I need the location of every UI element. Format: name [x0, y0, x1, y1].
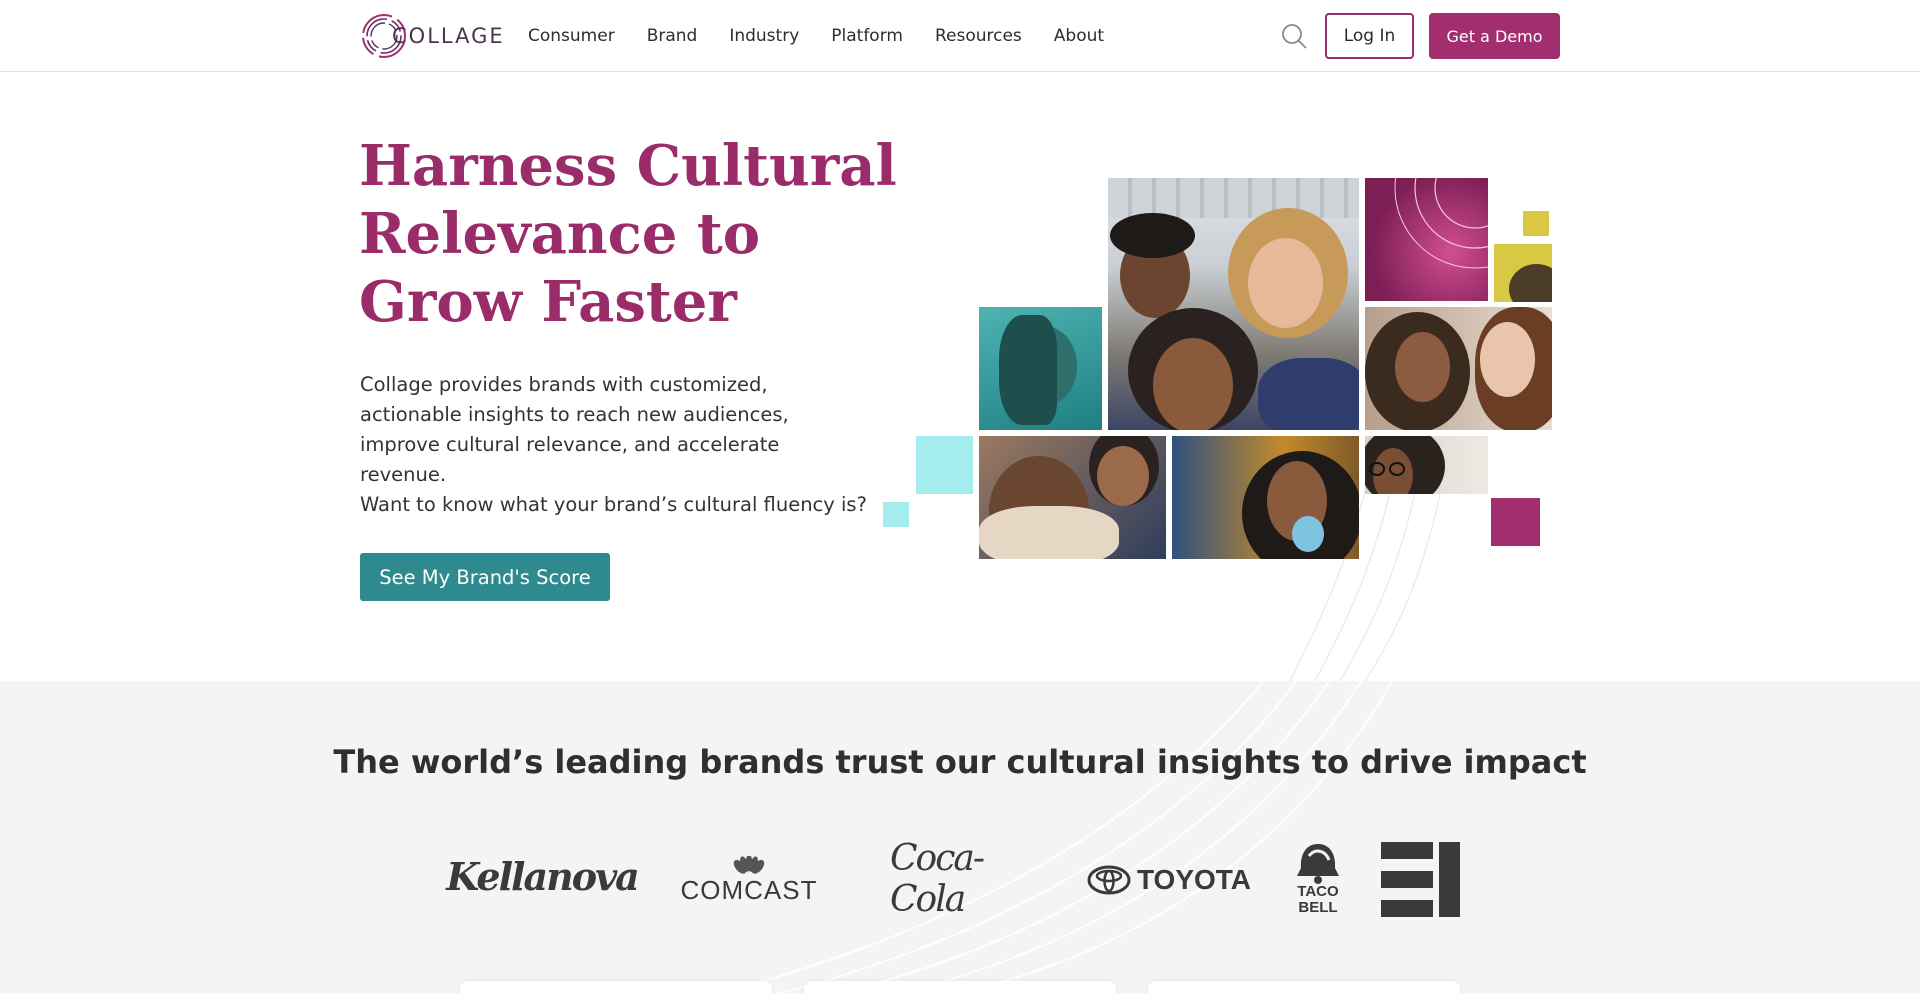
brand-logo-kellanova: Kellanova: [446, 853, 640, 899]
collage-square-cyan-small: [883, 502, 909, 527]
photo-teal-woman: [979, 307, 1102, 430]
toyota-emblem-icon: [1087, 865, 1131, 895]
photo-mustard-hair: [1494, 244, 1552, 302]
nav-platform[interactable]: Platform: [831, 26, 903, 46]
nav-about[interactable]: About: [1054, 26, 1104, 46]
collage-logo[interactable]: COLLAGE: [360, 11, 505, 61]
photo-glasses: [1365, 436, 1488, 494]
photo-friends-hug: [979, 436, 1166, 559]
brand-logo-taco-bell: TACO BELL: [1290, 840, 1346, 918]
login-button[interactable]: Log In: [1325, 13, 1414, 59]
nav-industry[interactable]: Industry: [729, 26, 799, 46]
photo-magenta-abstract: [1365, 178, 1488, 301]
cbs-peacock-icon: [733, 856, 765, 874]
hero-question: Want to know what your brand’s cultural …: [360, 493, 867, 516]
trust-title: The world’s leading brands trust our cul…: [333, 743, 1587, 781]
feature-card[interactable]: [804, 981, 1116, 993]
nav-consumer[interactable]: Consumer: [528, 26, 615, 46]
brand-logo-toyota: TOYOTA: [1083, 860, 1255, 900]
hero-description: Collage provides brands with customized,…: [360, 373, 789, 486]
e-network-mark: [1381, 842, 1460, 917]
photo-headphones: [1172, 436, 1359, 559]
hero-title: Harness Cultural Relevance to Grow Faste…: [359, 133, 897, 335]
brand-logo-coca-cola: Coca-Cola: [890, 838, 985, 920]
search-icon[interactable]: [1281, 23, 1307, 49]
taco-bell-bell-icon: [1297, 844, 1339, 884]
logo-text: COLLAGE: [392, 24, 505, 48]
get-demo-button[interactable]: Get a Demo: [1429, 13, 1560, 59]
feature-card[interactable]: [1148, 981, 1460, 993]
photo-two-women: [1365, 307, 1552, 430]
collage-square-cyan-large: [916, 436, 973, 494]
feature-card[interactable]: [460, 981, 772, 993]
site-header: COLLAGE Consumer Brand Industry Platform…: [0, 0, 1920, 72]
see-brand-score-button[interactable]: See My Brand's Score: [360, 553, 610, 601]
photo-friends-group: [1108, 178, 1359, 430]
collage-square-mustard: [1523, 211, 1549, 236]
nav-brand[interactable]: Brand: [647, 26, 698, 46]
trust-section: [0, 681, 1920, 993]
nav-resources[interactable]: Resources: [935, 26, 1022, 46]
collage-square-magenta: [1491, 498, 1540, 546]
brand-logo-comcast: COMCAST: [681, 856, 817, 906]
main-nav: Consumer Brand Industry Platform Resourc…: [528, 0, 1136, 72]
brand-logo-e-entertainment: E!: [1381, 842, 1461, 917]
